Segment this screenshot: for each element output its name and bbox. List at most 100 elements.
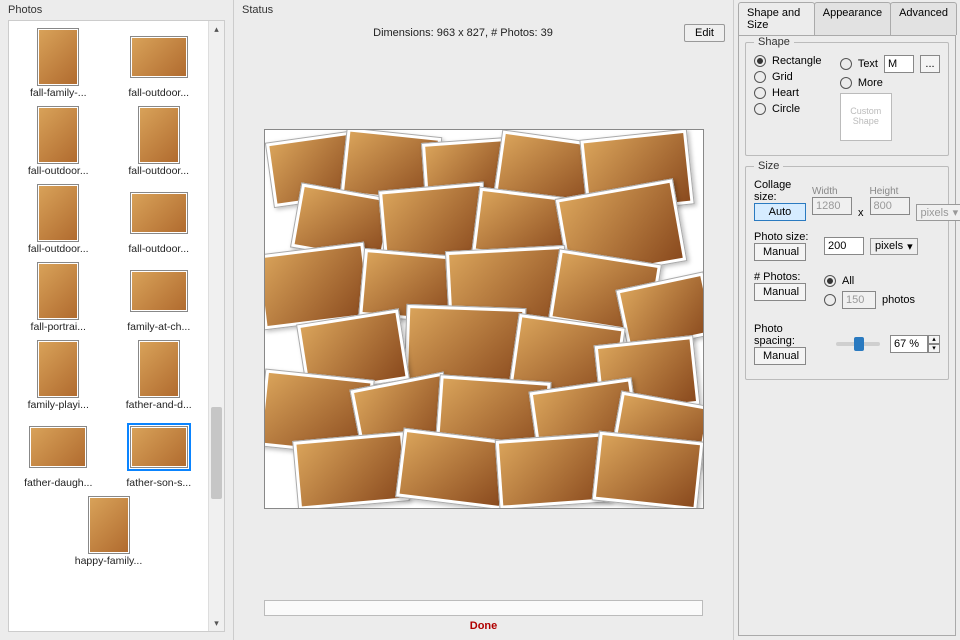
collage-tile[interactable] — [591, 431, 703, 509]
photos-scrollbar[interactable]: ▴ ▾ — [208, 21, 224, 631]
count-number-row[interactable]: photos — [824, 291, 915, 309]
thumb-caption: fall-outdoor... — [120, 243, 198, 255]
photo-spacing-value[interactable] — [890, 335, 928, 353]
photo-spacing-mode-button[interactable]: Manual — [754, 347, 806, 365]
size-legend: Size — [754, 160, 783, 172]
thumb-image — [129, 183, 189, 243]
photo-thumb[interactable]: father-son-s... — [120, 417, 198, 489]
shape-heart-row[interactable]: Heart — [754, 87, 830, 99]
spin-up-icon[interactable]: ▴ — [928, 335, 940, 344]
label-grid: Grid — [772, 71, 793, 83]
photo-thumb[interactable]: father-daugh... — [19, 417, 97, 489]
scroll-down-icon[interactable]: ▾ — [209, 615, 224, 631]
chevron-down-icon: ▾ — [907, 240, 913, 253]
photo-size-label: Photo size: — [754, 231, 818, 243]
thumb-caption: fall-outdoor... — [120, 165, 198, 177]
collage-preview[interactable] — [264, 129, 704, 509]
photo-size-input[interactable] — [824, 237, 864, 255]
photo-thumb[interactable]: fall-portrai... — [19, 261, 97, 333]
radio-circle[interactable] — [754, 103, 766, 115]
photos-list: fall-family-...fall-outdoor...fall-outdo… — [8, 20, 225, 632]
edit-button[interactable]: Edit — [684, 24, 725, 42]
tab-shape-size[interactable]: Shape and Size — [738, 2, 815, 35]
label-text: Text — [858, 58, 878, 70]
photo-unit-select[interactable]: pixels▾ — [870, 238, 918, 255]
shape-text-row[interactable]: Text ... — [840, 55, 940, 73]
thumb-caption: fall-portrai... — [19, 321, 97, 333]
custom-shape-well[interactable]: Custom Shape — [840, 93, 892, 141]
collage-tile[interactable] — [395, 428, 511, 509]
photo-thumb[interactable]: father-and-d... — [120, 339, 198, 411]
photo-count-label: # Photos: — [754, 271, 818, 283]
radio-count-number[interactable] — [824, 294, 836, 306]
tab-advanced[interactable]: Advanced — [890, 2, 957, 35]
shape-circle-row[interactable]: Circle — [754, 103, 830, 115]
radio-count-all[interactable] — [824, 275, 836, 287]
radio-text[interactable] — [840, 58, 852, 70]
collage-tile[interactable] — [292, 431, 410, 509]
count-all-row[interactable]: All — [824, 275, 915, 287]
thumb-caption: family-at-ch... — [120, 321, 198, 333]
tab-appearance[interactable]: Appearance — [814, 2, 891, 35]
collage-size-row: Collage size: Auto Width x Height pixels… — [754, 179, 940, 221]
photo-thumb[interactable]: fall-family-... — [19, 27, 97, 99]
chevron-down-icon: ▾ — [953, 206, 959, 219]
shape-more-row[interactable]: More — [840, 77, 940, 89]
thumb-image — [129, 417, 189, 477]
photo-thumb[interactable]: family-at-ch... — [120, 261, 198, 333]
shape-rectangle-row[interactable]: Rectangle — [754, 55, 830, 67]
radio-more[interactable] — [840, 77, 852, 89]
photo-thumb[interactable]: happy-family... — [70, 495, 148, 567]
photo-count-mode-button[interactable]: Manual — [754, 283, 806, 301]
settings-tabs: Shape and Size Appearance Advanced — [738, 2, 956, 35]
thumb-image — [79, 495, 139, 555]
scroll-track[interactable] — [209, 37, 224, 615]
progress-row: Done — [234, 592, 733, 640]
thumb-image — [129, 261, 189, 321]
dimensions-readout: Dimensions: 963 x 827, # Photos: 39 — [242, 27, 684, 39]
photo-count-input — [842, 291, 876, 309]
scroll-thumb[interactable] — [211, 407, 222, 499]
radio-heart[interactable] — [754, 87, 766, 99]
status-title: Status — [234, 0, 733, 20]
photo-thumb[interactable]: fall-outdoor... — [120, 27, 198, 99]
collage-size-mode-button[interactable]: Auto — [754, 203, 806, 221]
thumb-caption: family-playi... — [19, 399, 97, 411]
slider-knob[interactable] — [854, 337, 864, 351]
collage-size-label: Collage size: — [754, 179, 806, 203]
thumb-caption: fall-outdoor... — [19, 243, 97, 255]
thumb-image — [129, 105, 189, 165]
photo-thumb[interactable]: fall-outdoor... — [19, 105, 97, 177]
thumb-image — [28, 261, 88, 321]
photo-thumb[interactable]: fall-outdoor... — [120, 105, 198, 177]
thumb-image — [129, 339, 189, 399]
shape-text-input[interactable] — [884, 55, 914, 73]
thumb-caption: fall-outdoor... — [120, 87, 198, 99]
radio-grid[interactable] — [754, 71, 766, 83]
shape-grid-row[interactable]: Grid — [754, 71, 830, 83]
shape-legend: Shape — [754, 36, 794, 48]
thumb-caption: father-and-d... — [120, 399, 198, 411]
radio-rectangle[interactable] — [754, 55, 766, 67]
thumb-image — [28, 417, 88, 477]
shape-text-browse-button[interactable]: ... — [920, 55, 940, 73]
scroll-up-icon[interactable]: ▴ — [209, 21, 224, 37]
photo-thumb[interactable]: fall-outdoor... — [19, 183, 97, 255]
photo-size-mode-button[interactable]: Manual — [754, 243, 806, 261]
photo-thumb[interactable]: family-playi... — [19, 339, 97, 411]
collage-width-input — [812, 197, 852, 215]
done-label: Done — [242, 620, 725, 632]
spin-down-icon[interactable]: ▾ — [928, 344, 940, 353]
thumb-caption: father-daugh... — [19, 477, 97, 489]
width-label: Width — [812, 186, 852, 197]
x-separator: x — [858, 207, 864, 221]
thumb-image — [28, 339, 88, 399]
photos-list-inner: fall-family-...fall-outdoor...fall-outdo… — [9, 21, 208, 631]
photo-spacing-spinner[interactable]: ▴▾ — [890, 335, 940, 353]
thumb-image — [28, 183, 88, 243]
label-count-all: All — [842, 275, 854, 287]
tab-body: Shape Rectangle Grid Heart Circle Text .… — [738, 35, 956, 636]
settings-panel: Shape and Size Appearance Advanced Shape… — [734, 0, 960, 640]
photo-thumb[interactable]: fall-outdoor... — [120, 183, 198, 255]
photo-spacing-slider[interactable] — [836, 342, 880, 346]
